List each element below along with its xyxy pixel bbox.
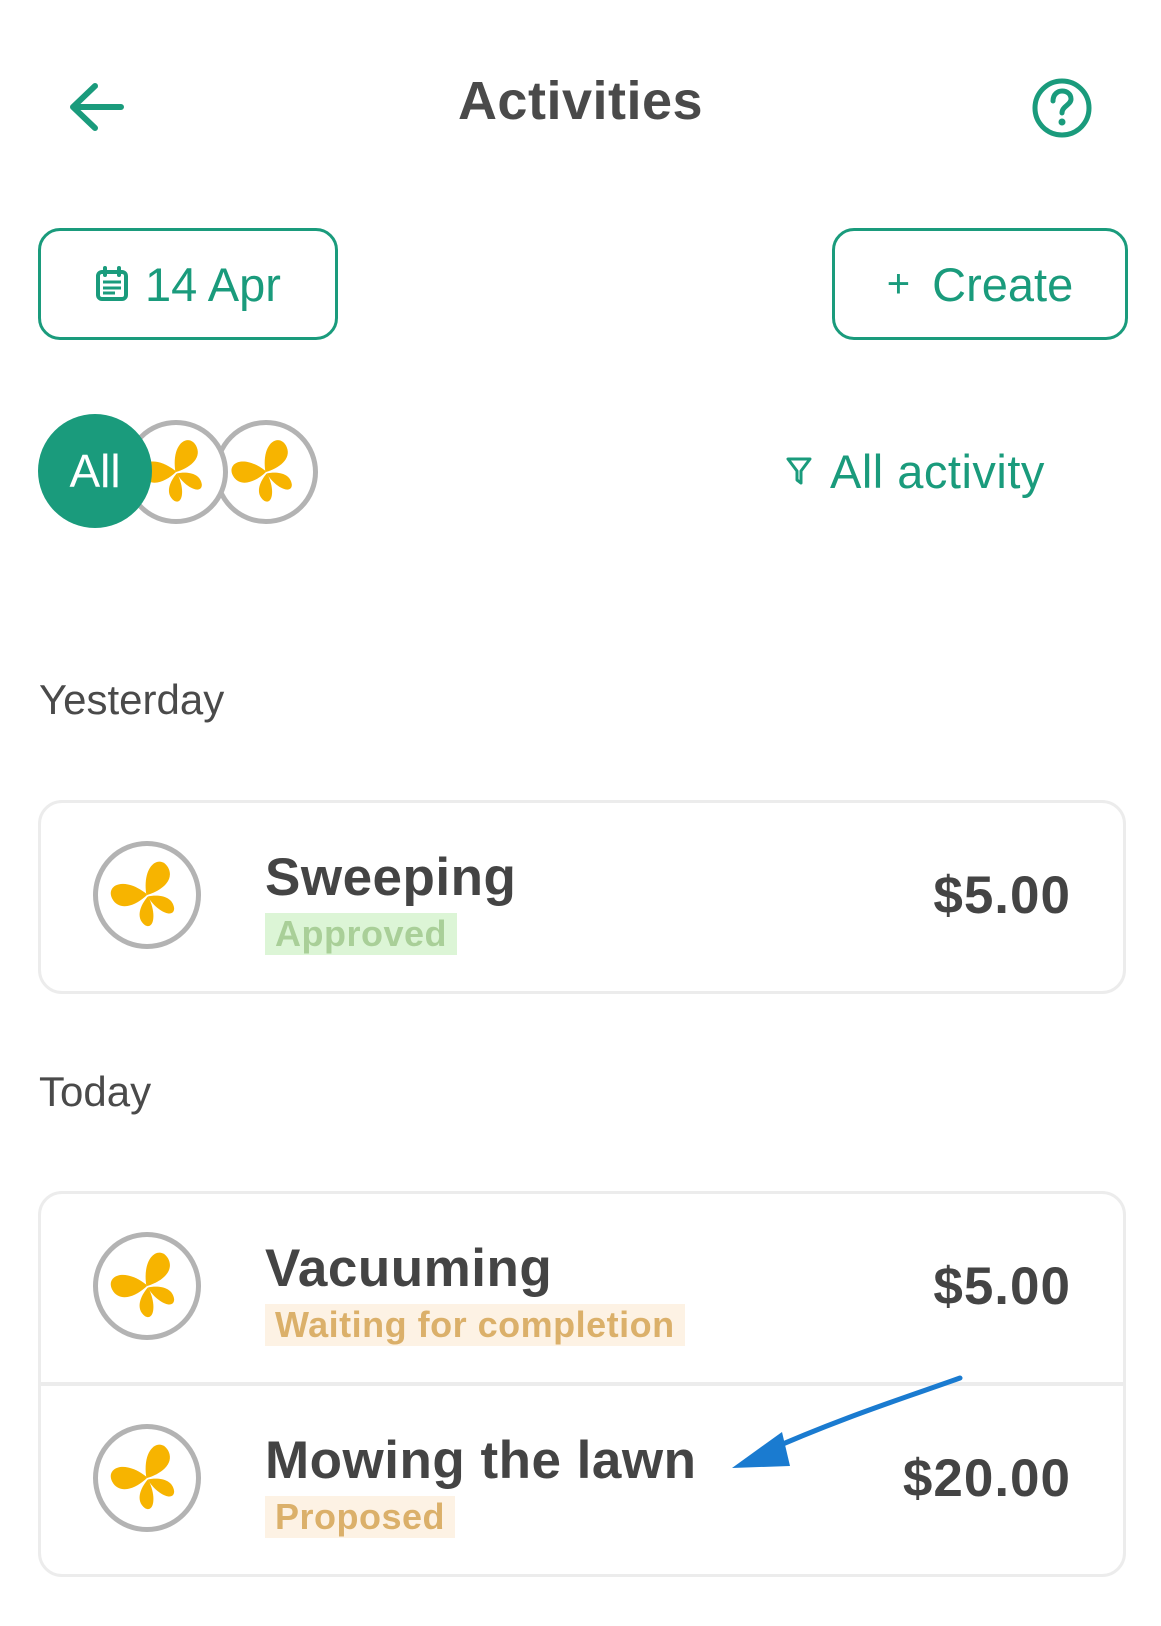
status-badge: Waiting for completion bbox=[265, 1304, 685, 1346]
butterfly-icon bbox=[110, 1444, 175, 1510]
status-badge: Proposed bbox=[265, 1496, 456, 1538]
activity-filter-link[interactable]: All activity bbox=[786, 440, 1045, 502]
activity-name: Vacuuming bbox=[265, 1239, 553, 1298]
activity-amount: $5.00 bbox=[933, 1257, 1071, 1316]
child-avatar bbox=[93, 841, 201, 949]
plus-icon: + bbox=[886, 261, 911, 306]
activity-amount: $5.00 bbox=[933, 866, 1071, 925]
child-avatar-2[interactable] bbox=[214, 420, 318, 524]
activity-row[interactable]: Vacuuming Waiting for completion $5.00 bbox=[41, 1194, 1123, 1382]
date-picker-button[interactable]: 14 Apr bbox=[38, 228, 338, 340]
activity-row[interactable]: Mowing the lawn Proposed $20.00 bbox=[41, 1382, 1123, 1574]
question-circle-icon bbox=[1032, 78, 1092, 138]
butterfly-icon bbox=[110, 861, 175, 927]
activity-name: Mowing the lawn bbox=[265, 1431, 697, 1490]
create-button[interactable]: + Create bbox=[832, 228, 1128, 340]
filter-all-chip[interactable]: All bbox=[38, 414, 152, 528]
filter-label: All activity bbox=[830, 444, 1045, 498]
status-badge: Approved bbox=[265, 913, 458, 955]
child-avatar bbox=[93, 1232, 201, 1340]
page-title: Activities bbox=[457, 71, 704, 131]
activity-amount: $20.00 bbox=[902, 1449, 1071, 1508]
date-label: 14 Apr bbox=[145, 257, 281, 311]
activity-row[interactable]: Sweeping Approved $5.00 bbox=[41, 803, 1123, 991]
activity-card-today: Vacuuming Waiting for completion $5.00 M… bbox=[38, 1191, 1126, 1577]
funnel-icon bbox=[786, 456, 812, 486]
section-label-yesterday: Yesterday bbox=[39, 676, 225, 723]
all-chip-label: All bbox=[69, 445, 121, 497]
activity-name: Sweeping bbox=[265, 848, 517, 907]
section-label-today: Today bbox=[39, 1068, 152, 1115]
calendar-icon bbox=[95, 266, 129, 302]
child-avatar bbox=[93, 1424, 201, 1532]
help-button[interactable] bbox=[1030, 76, 1094, 140]
create-label: Create bbox=[932, 257, 1074, 311]
butterfly-icon bbox=[110, 1252, 175, 1318]
butterfly-icon bbox=[231, 440, 292, 502]
activity-card-yesterday: Sweeping Approved $5.00 bbox=[38, 800, 1126, 994]
